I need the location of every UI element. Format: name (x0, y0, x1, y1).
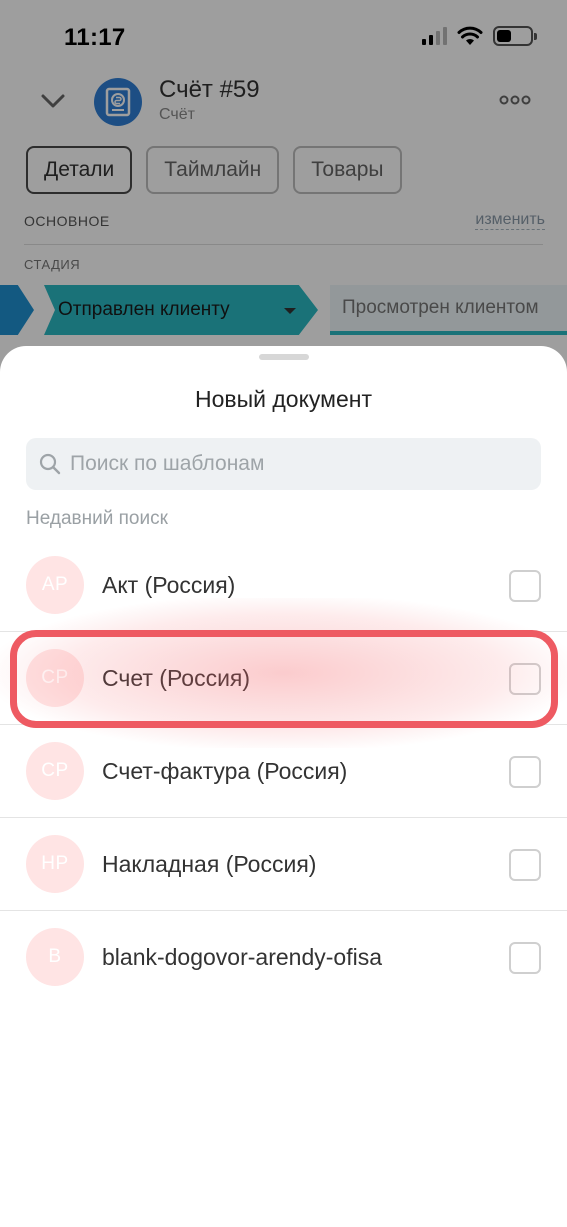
recent-search-label: Недавний поиск (26, 508, 168, 529)
checkbox[interactable] (509, 570, 541, 602)
list-item-label: Счет-фактура (Россия) (102, 758, 348, 784)
sheet-title: Новый документ (194, 386, 372, 412)
template-list: АР Акт (Россия) СР Счет (Россия) СР Счет… (0, 539, 567, 1004)
avatar: СР (26, 649, 84, 707)
list-item-label: Акт (Россия) (102, 572, 236, 598)
list-item[interactable]: СР Счет (Россия) (0, 632, 567, 725)
sheet-grabber[interactable] (259, 354, 309, 360)
checkbox[interactable] (509, 942, 541, 974)
avatar: НР (26, 835, 84, 893)
avatar: СР (26, 742, 84, 800)
list-item-label: Счет (Россия) (102, 665, 251, 691)
list-item-label: blank-dogovor-arendy-ofisa (102, 944, 382, 970)
list-item[interactable]: НР Накладная (Россия) (0, 818, 567, 911)
checkbox[interactable] (509, 849, 541, 881)
new-document-sheet: Новый документ Недавний поиск АР Акт (Ро… (0, 346, 567, 1227)
search-icon (39, 453, 61, 475)
search-input[interactable] (70, 452, 510, 476)
list-item[interactable]: АР Акт (Россия) (0, 539, 567, 632)
checkbox[interactable] (509, 756, 541, 788)
avatar: АР (26, 556, 84, 614)
avatar: B (26, 928, 84, 986)
search-field[interactable] (26, 438, 541, 490)
checkbox[interactable] (509, 663, 541, 695)
list-item[interactable]: СР Счет-фактура (Россия) (0, 725, 567, 818)
list-item-label: Накладная (Россия) (102, 851, 317, 877)
list-item[interactable]: B blank-dogovor-arendy-ofisa (0, 911, 567, 1004)
